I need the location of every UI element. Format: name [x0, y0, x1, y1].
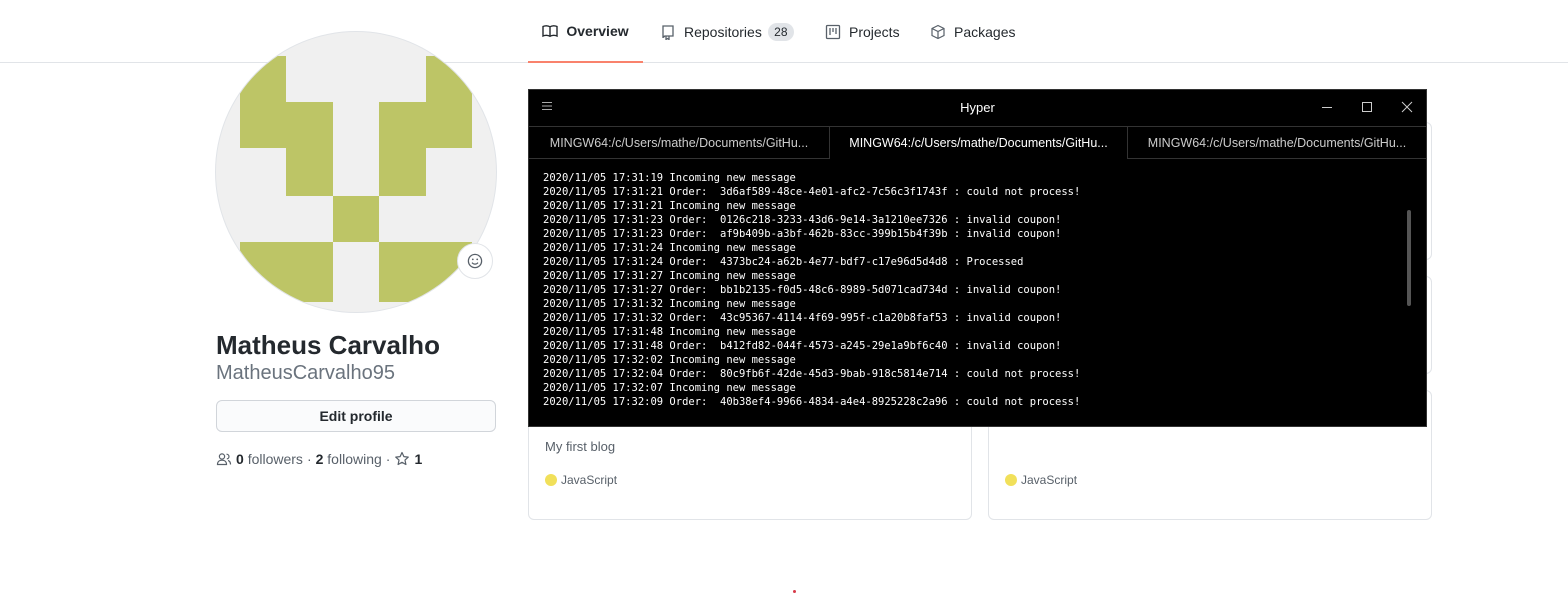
- hyper-terminal-window[interactable]: Hyper MINGW64:/c/Users/mathe/Documents/G…: [528, 89, 1427, 427]
- followers-label: followers: [247, 451, 303, 467]
- terminal-line: 2020/11/05 17:32:02 Incoming new message: [543, 354, 796, 366]
- book-icon: [542, 24, 559, 37]
- terminal-line: 2020/11/05 17:31:32 Incoming new message: [543, 298, 796, 310]
- language-label: JavaScript: [561, 473, 618, 487]
- decorative-dot: [793, 590, 796, 593]
- terminal-line: 2020/11/05 17:31:19 Incoming new message: [543, 172, 796, 184]
- stars-count: 1: [414, 451, 423, 467]
- repo-language: JavaScript: [1005, 473, 1077, 487]
- tab-label: Projects: [849, 23, 900, 40]
- terminal-titlebar[interactable]: Hyper: [529, 90, 1426, 126]
- people-icon: [216, 453, 232, 466]
- following-link[interactable]: 2 following: [316, 451, 382, 467]
- terminal-tab[interactable]: MINGW64:/c/Users/mathe/Documents/GitHu..…: [1128, 127, 1426, 158]
- terminal-line: 2020/11/05 17:31:27 Order: bb1b2135-f0d5…: [543, 284, 1062, 296]
- edit-profile-button[interactable]: Edit profile: [216, 400, 496, 432]
- repo-icon: [662, 24, 674, 40]
- terminal-line: 2020/11/05 17:31:21 Order: 3d6af589-48ce…: [543, 186, 1081, 198]
- terminal-line: 2020/11/05 17:32:04 Order: 80c9fb6f-42de…: [543, 368, 1081, 380]
- tab-label: Repositories: [684, 23, 762, 40]
- terminal-line: 2020/11/05 17:31:23 Order: 0126c218-3233…: [543, 214, 1062, 226]
- repo-language: JavaScript: [545, 473, 617, 487]
- followers-count: 0: [236, 451, 244, 467]
- project-icon: [825, 24, 841, 39]
- set-status-button[interactable]: [457, 243, 493, 279]
- terminal-line: 2020/11/05 17:31:21 Incoming new message: [543, 200, 796, 212]
- close-icon[interactable]: [1399, 99, 1415, 115]
- language-label: JavaScript: [1021, 473, 1078, 487]
- stars-link[interactable]: 1: [394, 451, 422, 467]
- followers-link[interactable]: 0 followers: [236, 451, 303, 467]
- star-icon: [395, 451, 410, 466]
- profile-nav: Overview Repositories 28 Projects Packag…: [0, 0, 1568, 63]
- tab-projects[interactable]: Projects: [825, 0, 900, 63]
- terminal-output[interactable]: 2020/11/05 17:31:19 Incoming new message…: [543, 171, 1403, 409]
- following-count: 2: [315, 451, 324, 467]
- profile-full-name: Matheus Carvalho: [216, 330, 440, 360]
- terminal-line: 2020/11/05 17:31:32 Order: 43c95367-4114…: [543, 312, 1062, 324]
- tab-label: Packages: [954, 23, 1016, 40]
- tab-label: Overview: [566, 22, 629, 39]
- follow-stats: 0 followers · 2 following · 1: [216, 451, 422, 467]
- repo-count-badge: 28: [767, 22, 794, 41]
- tab-packages[interactable]: Packages: [930, 0, 1015, 63]
- terminal-line: 2020/11/05 17:31:24 Order: 4373bc24-a62b…: [543, 256, 1024, 268]
- terminal-line: 2020/11/05 17:32:09 Order: 40b38ef4-9966…: [543, 396, 1081, 408]
- profile-username: MatheusCarvalho95: [216, 362, 395, 384]
- package-icon: [931, 24, 945, 39]
- terminal-scrollbar[interactable]: [1407, 210, 1411, 306]
- language-color-dot: [1005, 474, 1017, 486]
- tab-repositories[interactable]: Repositories 28: [660, 0, 794, 63]
- tab-overview[interactable]: Overview: [528, 0, 643, 63]
- terminal-tab-active[interactable]: MINGW64:/c/Users/mathe/Documents/GitHu..…: [829, 127, 1128, 159]
- language-color-dot: [545, 474, 557, 486]
- avatar[interactable]: [216, 32, 496, 312]
- smiley-icon: [467, 253, 483, 269]
- terminal-title: Hyper: [960, 100, 995, 115]
- maximize-icon[interactable]: [1359, 99, 1375, 115]
- repo-description: My first blog: [545, 439, 616, 454]
- terminal-line: 2020/11/05 17:31:24 Incoming new message: [543, 242, 796, 254]
- terminal-line: 2020/11/05 17:31:23 Order: af9b409b-a3bf…: [543, 228, 1062, 240]
- minimize-icon[interactable]: [1319, 99, 1335, 115]
- terminal-tabs: MINGW64:/c/Users/mathe/Documents/GitHu..…: [529, 126, 1426, 159]
- terminal-line: 2020/11/05 17:32:07 Incoming new message: [543, 382, 796, 394]
- following-label: following: [327, 451, 382, 467]
- terminal-tab[interactable]: MINGW64:/c/Users/mathe/Documents/GitHu..…: [529, 127, 829, 158]
- terminal-line: 2020/11/05 17:31:27 Incoming new message: [543, 270, 796, 282]
- terminal-line: 2020/11/05 17:31:48 Incoming new message: [543, 326, 796, 338]
- terminal-line: 2020/11/05 17:31:48 Order: b412fd82-044f…: [543, 340, 1062, 352]
